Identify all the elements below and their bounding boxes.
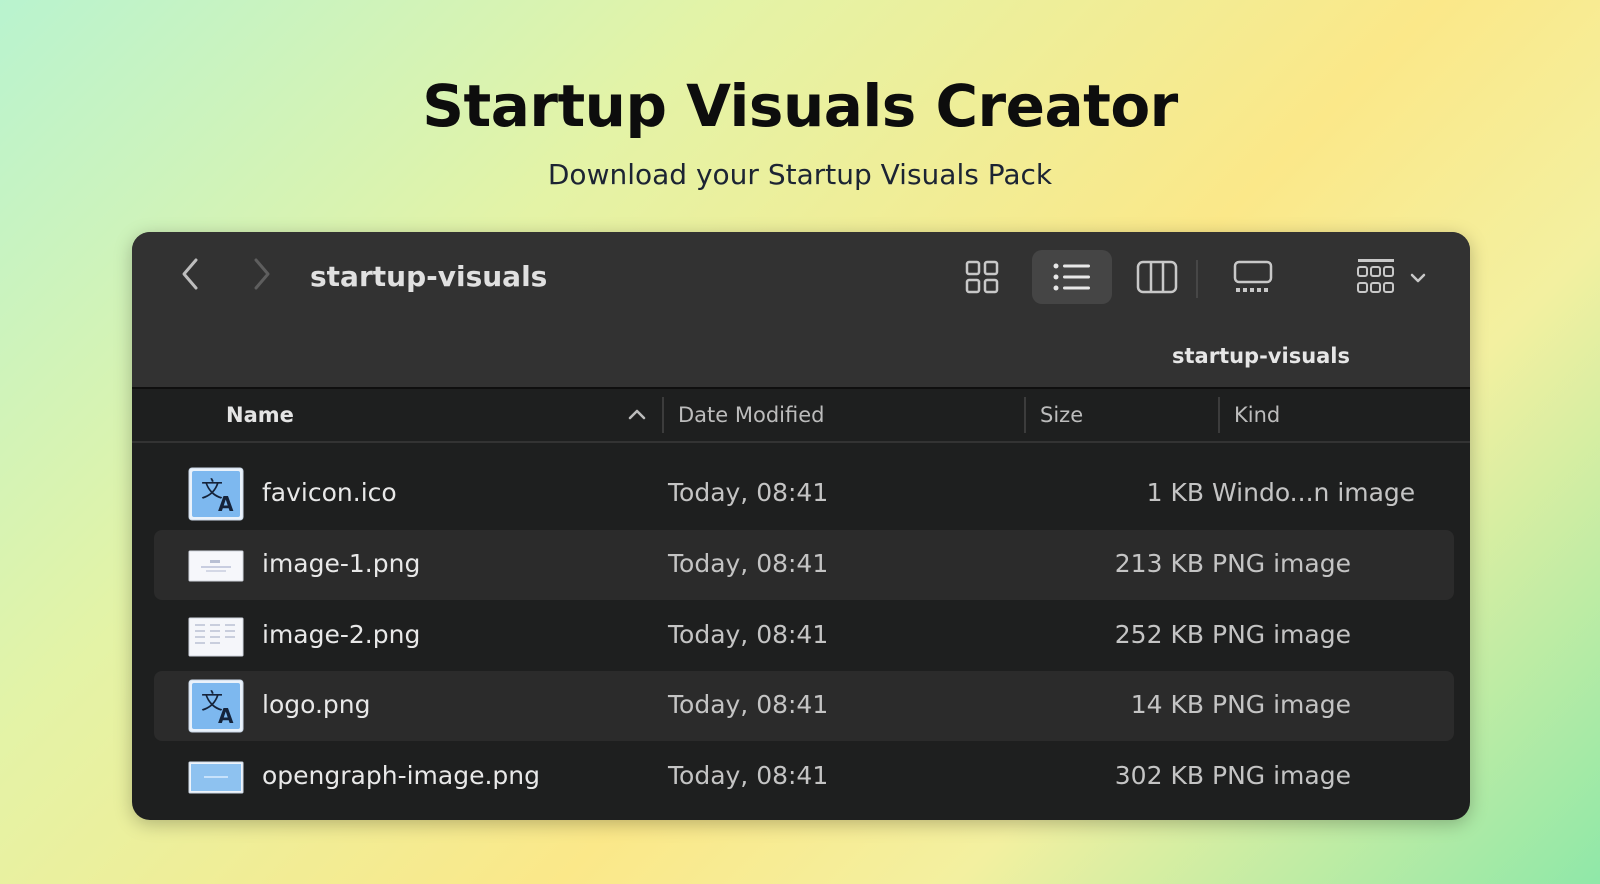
group-options-icon [1357,259,1426,293]
svg-text:A: A [218,492,234,516]
column-divider[interactable] [662,397,664,433]
file-row-opengraph-image[interactable]: opengraph-image.png Today, 08:41 302 KB … [154,742,1454,812]
file-size: 14 KB [1130,690,1204,719]
column-header-kind[interactable]: Kind [1234,403,1280,427]
file-row-logo[interactable]: 文 A logo.png Today, 08:41 14 KB PNG imag… [154,671,1454,741]
translate-app-icon: 文 A [188,679,244,733]
forward-button[interactable] [244,254,280,294]
toolbar: startup-visuals startup-visuals [132,232,1470,389]
file-size: 252 KB [1114,620,1204,649]
group-by-button[interactable] [1354,250,1434,304]
blue-image-thumbnail-icon [188,761,244,794]
file-row-image-1[interactable]: image-1.png Today, 08:41 213 KB PNG imag… [154,530,1454,600]
path-label: startup-visuals [1172,344,1351,368]
columns-icon [1136,260,1178,294]
column-header-name[interactable]: Name [226,403,294,427]
file-kind: PNG image [1212,549,1351,578]
file-size: 1 KB [1146,478,1204,507]
file-date: Today, 08:41 [668,690,829,719]
column-header-size[interactable]: Size [1040,403,1083,427]
grid-icon [965,260,999,294]
file-kind: Windo...n image [1212,478,1416,507]
image-thumbnail-icon [188,550,244,582]
icon-view-button[interactable] [954,250,1010,304]
file-name: favicon.ico [262,478,397,507]
file-size: 213 KB [1114,549,1204,578]
chevron-right-icon [254,258,270,290]
column-divider[interactable] [1024,397,1026,433]
sort-ascending-icon[interactable] [628,407,646,421]
list-view-button[interactable] [1032,250,1112,304]
file-name: logo.png [262,690,371,719]
gallery-view-button[interactable] [1218,250,1288,304]
list-icon [1053,263,1090,291]
column-header-row: Name Date Modified Size Kind [132,389,1470,443]
page-subtitle: Download your Startup Visuals Pack [547,158,1053,191]
toolbar-divider [1196,260,1198,298]
image-thumbnail-icon [188,617,244,657]
file-row-image-2[interactable]: image-2.png Today, 08:41 252 KB PNG imag… [154,601,1454,671]
file-size: 302 KB [1114,761,1204,790]
column-view-button[interactable] [1122,250,1192,304]
column-divider[interactable] [1218,397,1220,433]
file-kind: PNG image [1212,620,1351,649]
file-name: opengraph-image.png [262,761,540,790]
svg-text:A: A [218,704,234,728]
file-row-favicon[interactable]: 文 A favicon.ico Today, 08:41 1 KB Windo.… [154,459,1454,529]
finder-window: startup-visuals startup-visuals Name Dat… [132,232,1470,820]
file-name: image-2.png [262,620,421,649]
file-kind: PNG image [1212,690,1351,719]
back-button[interactable] [172,254,208,294]
file-date: Today, 08:41 [668,549,829,578]
column-header-date[interactable]: Date Modified [678,403,824,427]
file-name: image-1.png [262,549,421,578]
translate-app-icon: 文 A [188,467,244,521]
file-date: Today, 08:41 [668,761,829,790]
page-title: Startup Visuals Creator [422,72,1178,140]
window-title: startup-visuals [310,260,548,293]
gallery-icon [1233,260,1273,292]
file-kind: PNG image [1212,761,1351,790]
file-date: Today, 08:41 [668,478,829,507]
file-date: Today, 08:41 [668,620,829,649]
chevron-left-icon [182,258,198,290]
